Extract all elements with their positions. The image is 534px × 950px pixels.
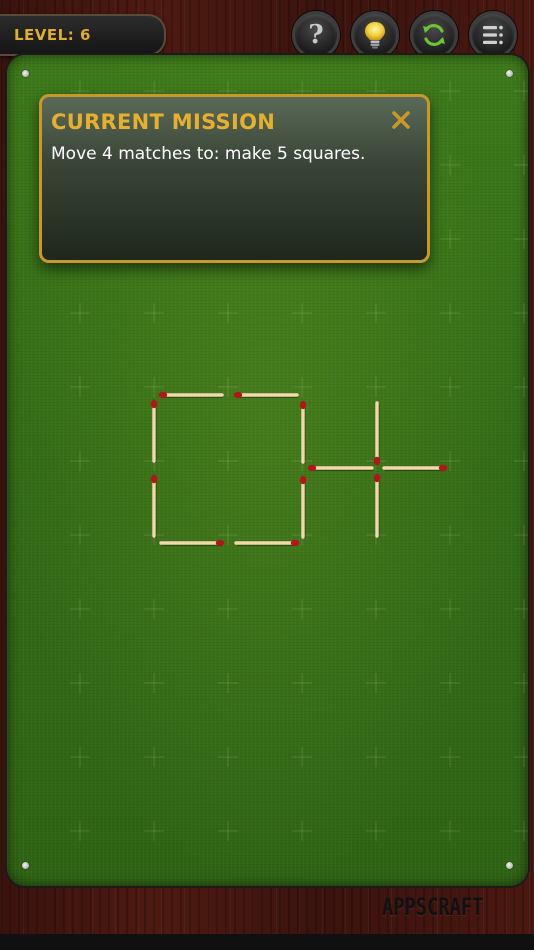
matchstick[interactable] — [158, 391, 224, 399]
match-head — [299, 400, 307, 410]
match-head — [373, 456, 381, 466]
mission-title: CURRENT MISSION — [51, 110, 276, 134]
matchstick[interactable] — [234, 539, 300, 547]
match-head — [150, 474, 158, 484]
mission-close-button[interactable] — [389, 108, 413, 132]
matchstick[interactable] — [150, 399, 158, 463]
match-head — [438, 464, 448, 472]
close-icon — [392, 111, 410, 129]
match-head — [307, 464, 317, 472]
match-head — [233, 391, 243, 399]
matchstick[interactable] — [299, 475, 307, 539]
match-head — [299, 475, 307, 485]
matchstick[interactable] — [150, 474, 158, 538]
appscraft-logo: APPSCRAFT — [382, 893, 484, 921]
matchstick[interactable] — [233, 391, 299, 399]
match-head — [290, 539, 300, 547]
matchstick[interactable] — [373, 473, 381, 538]
match-head — [158, 391, 168, 399]
matchstick[interactable] — [373, 401, 381, 466]
matchstick[interactable] — [159, 539, 225, 547]
mission-text: Move 4 matches to: make 5 squares. — [51, 144, 366, 164]
matchstick[interactable] — [307, 464, 374, 472]
match-head — [215, 539, 225, 547]
mission-panel: CURRENT MISSION Move 4 matches to: make … — [39, 94, 430, 263]
matchstick[interactable] — [382, 464, 448, 472]
match-head — [150, 399, 158, 409]
matchstick[interactable] — [299, 400, 307, 464]
match-head — [373, 473, 381, 483]
